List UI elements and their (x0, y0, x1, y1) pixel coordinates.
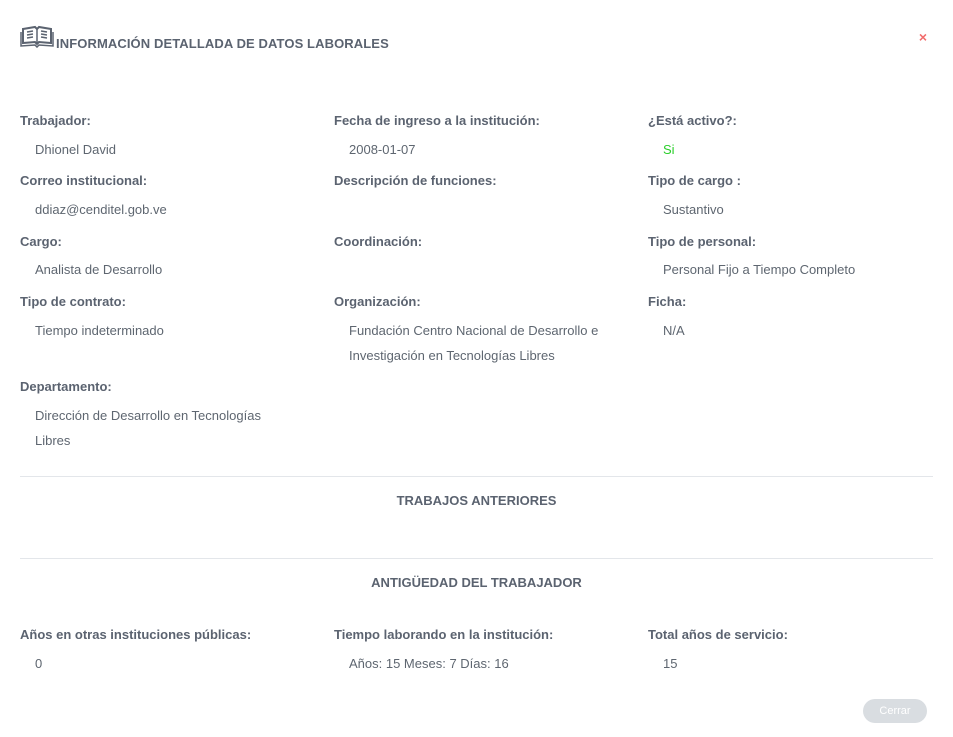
field-label: Departamento: (20, 379, 112, 394)
field-anos-otras-instituciones: Años en otras instituciones públicas: 0 (20, 627, 320, 676)
field-value: Sustantivo (663, 202, 724, 217)
field-organizacion: Organización: Fundación Centro Nacional … (334, 294, 614, 368)
field-total-servicio: Total años de servicio: 15 (648, 627, 948, 676)
field-value: 15 (663, 656, 678, 671)
modal-title: INFORMACIÓN DETALLADA DE DATOS LABORALES (56, 36, 389, 51)
field-label: Trabajador: (20, 113, 91, 128)
field-label: Tipo de personal: (648, 234, 757, 249)
field-ficha: Ficha: N/A (648, 294, 948, 343)
close-button[interactable]: Cerrar (863, 699, 927, 723)
field-trabajador: Trabajador: Dhionel David (20, 113, 320, 162)
field-label: Tipo de cargo : (648, 173, 741, 188)
field-label: Total años de servicio: (648, 627, 788, 642)
field-value: Dhionel David (35, 142, 116, 157)
field-tipo-cargo: Tipo de cargo : Sustantivo (648, 173, 948, 222)
field-coordinacion: Coordinación: (334, 234, 634, 257)
field-value: 2008-01-07 (349, 142, 416, 157)
field-fecha-ingreso: Fecha de ingreso a la institución: 2008-… (334, 113, 634, 162)
field-label: ¿Está activo?: (648, 113, 737, 128)
field-value: ddiaz@cenditel.gob.ve (35, 202, 167, 217)
field-label: Cargo: (20, 234, 62, 249)
field-label: Fecha de ingreso a la institución: (334, 113, 540, 128)
field-label: Ficha: (648, 294, 687, 309)
book-icon (20, 24, 54, 49)
field-tiempo-institucion: Tiempo laborando en la institución: Años… (334, 627, 634, 676)
field-value: Fundación Centro Nacional de Desarrollo … (349, 323, 599, 363)
close-icon[interactable]: × (916, 28, 930, 46)
section-divider (20, 476, 933, 477)
status-value: Si (663, 142, 675, 157)
field-value: Años: 15 Meses: 7 Días: 16 (349, 656, 509, 671)
field-label: Años en otras instituciones públicas: (20, 627, 252, 642)
field-label: Descripción de funciones: (334, 173, 497, 188)
modal-header: INFORMACIÓN DETALLADA DE DATOS LABORALES… (20, 24, 933, 54)
section-divider (20, 558, 933, 559)
field-tipo-personal: Tipo de personal: Personal Fijo a Tiempo… (648, 234, 948, 282)
field-label: Tiempo laborando en la institución: (334, 627, 554, 642)
section-title-trabajos-anteriores: TRABAJOS ANTERIORES (396, 493, 557, 508)
field-activo: ¿Está activo?: Si (648, 113, 948, 162)
field-value: Dirección de Desarrollo en Tecnologías L… (35, 408, 261, 448)
field-label: Coordinación: (334, 234, 423, 249)
field-descripcion: Descripción de funciones: (334, 173, 634, 197)
field-value: Analista de Desarrollo (35, 262, 163, 277)
field-tipo-contrato: Tipo de contrato: Tiempo indeterminado (20, 294, 320, 343)
field-label: Tipo de contrato: (20, 294, 126, 309)
field-correo: Correo institucional: ddiaz@cenditel.gob… (20, 173, 320, 222)
field-cargo: Cargo: Analista de Desarrollo (20, 234, 320, 282)
field-value: N/A (663, 323, 685, 338)
field-departamento: Departamento: Dirección de Desarrollo en… (20, 379, 285, 453)
field-label: Correo institucional: (20, 173, 148, 188)
field-label: Organización: (334, 294, 421, 309)
section-title-antiguedad: ANTIGÜEDAD DEL TRABAJADOR (371, 575, 582, 590)
field-value: 0 (35, 656, 43, 671)
field-value: Tiempo indeterminado (35, 323, 164, 338)
field-value: Personal Fijo a Tiempo Completo (663, 262, 856, 277)
